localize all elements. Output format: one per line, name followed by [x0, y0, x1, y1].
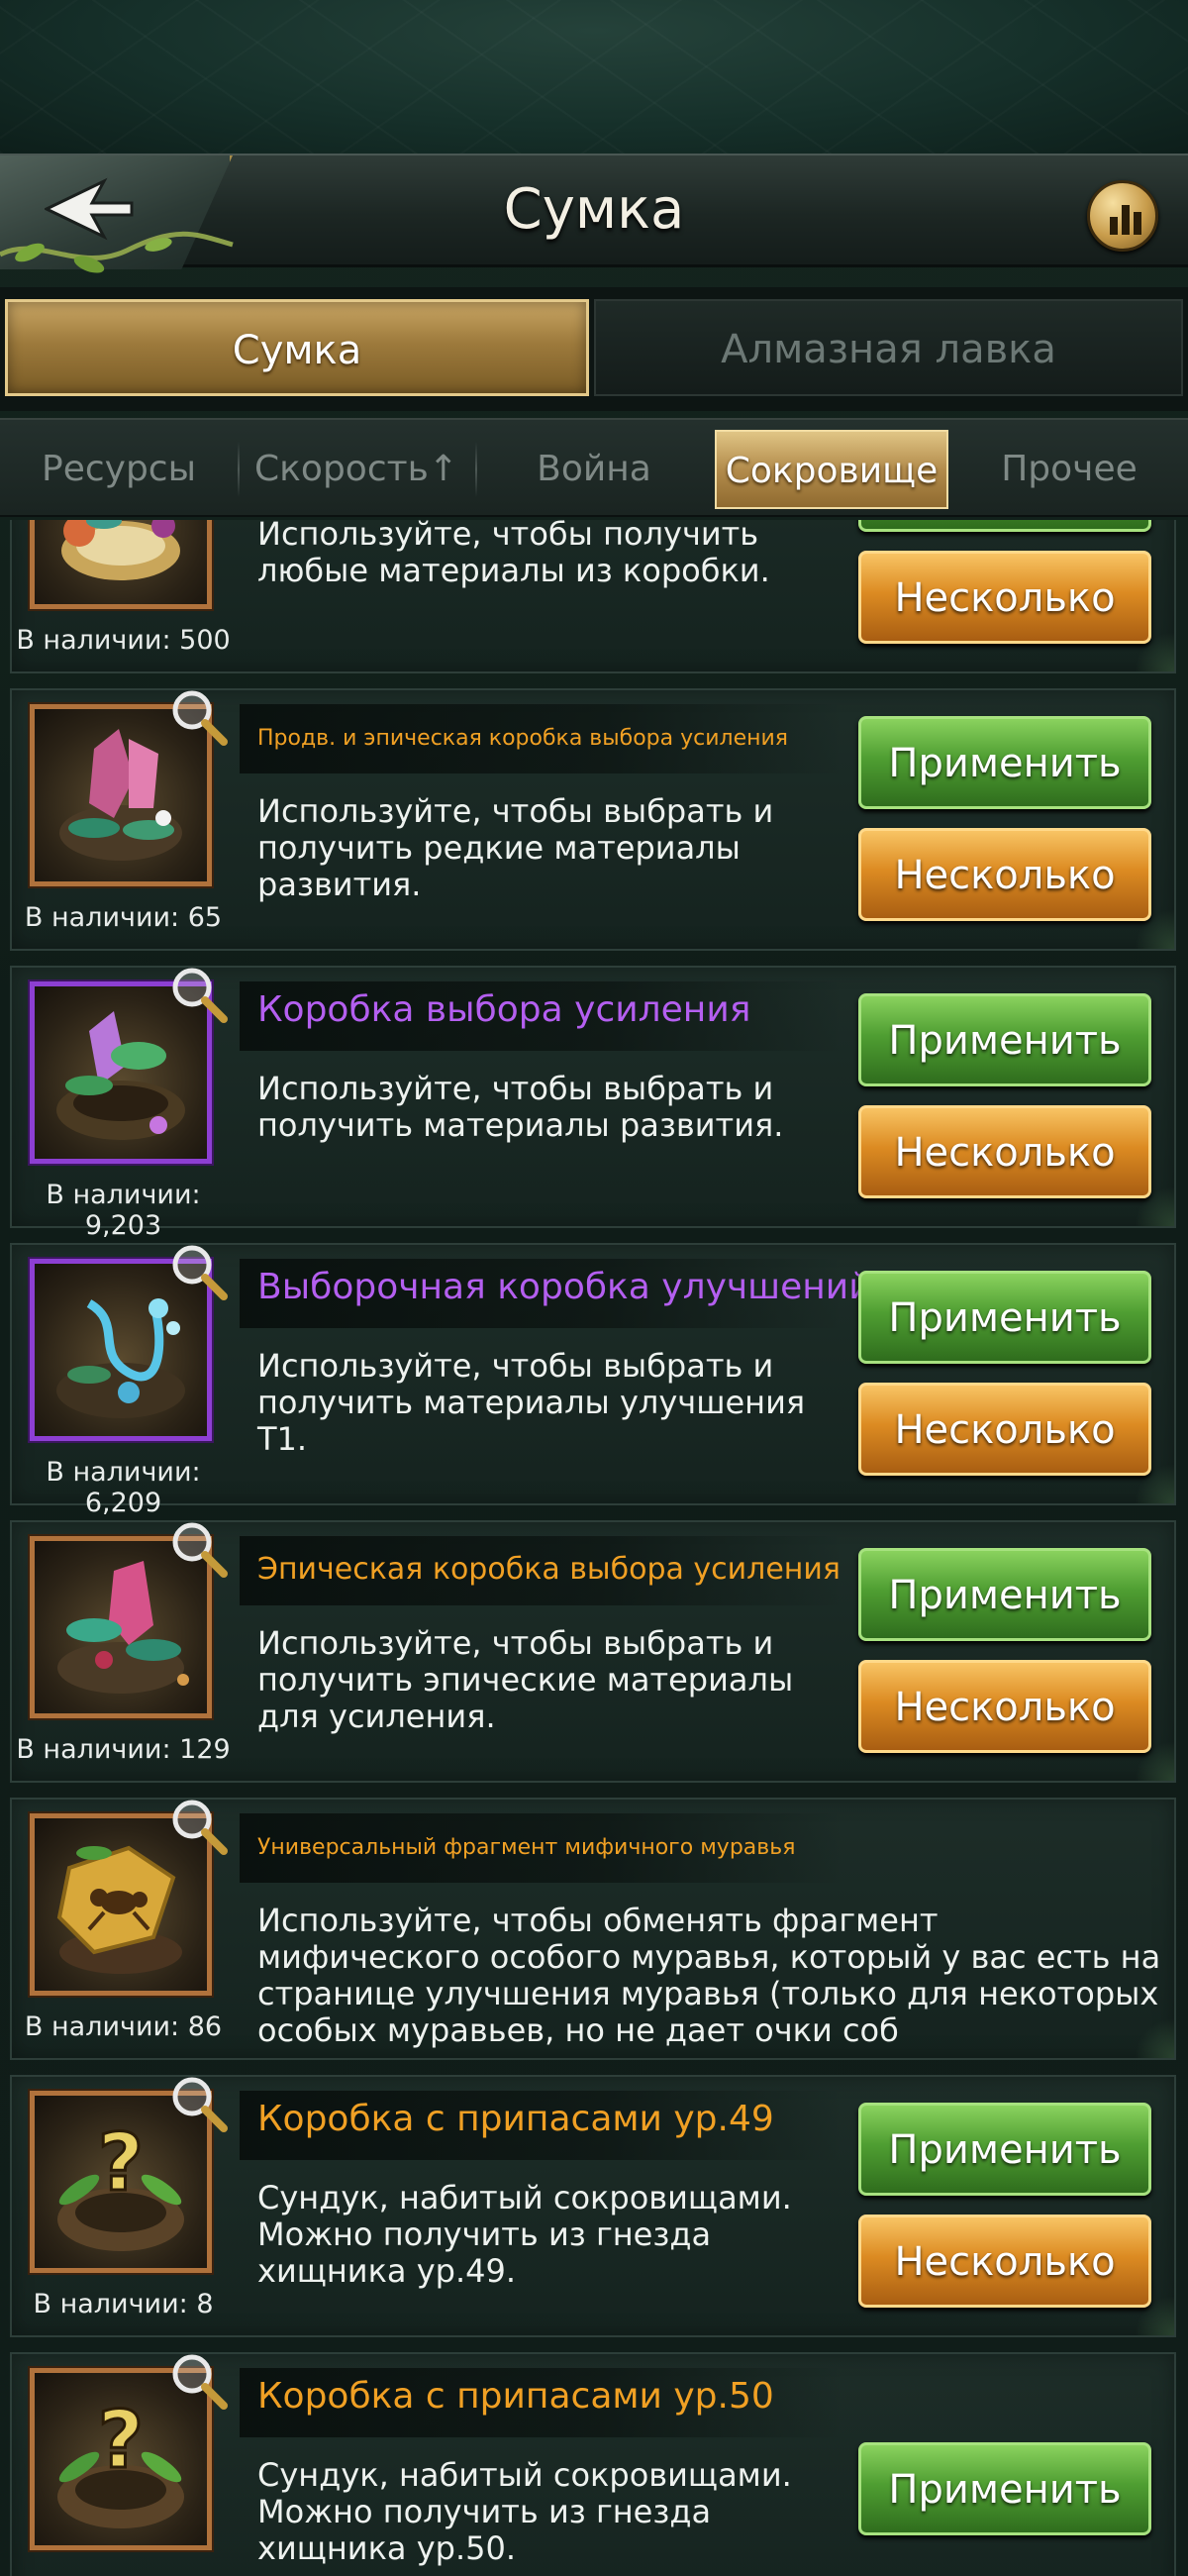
- list-item: В наличии: 9,203 Коробка выбора усиления…: [10, 964, 1176, 1241]
- apply-button[interactable]: Применить: [858, 520, 1151, 532]
- item-count: В наличии: 8: [33, 2289, 214, 2319]
- apply-button[interactable]: Применить: [858, 716, 1151, 809]
- item-name: Эпическая коробка выбора усиления: [257, 1552, 841, 1587]
- item-description: Используйте, чтобы выбрать и получить ре…: [257, 792, 774, 903]
- item-count: В наличии: 6,209: [46, 1457, 201, 1518]
- apply-button[interactable]: Применить: [858, 1271, 1151, 1364]
- magnifier-icon[interactable]: [168, 686, 230, 748]
- apply-button[interactable]: Применить: [858, 2103, 1151, 2196]
- svg-text:?: ?: [98, 2394, 144, 2486]
- item-description: Сундук, набитый сокровищами. Можно получ…: [257, 2179, 792, 2290]
- mushroom-egg-box-icon: [61, 520, 180, 580]
- list-item: В наличии: 65 Продв. и эпическая коробка…: [10, 688, 1176, 951]
- apply-button[interactable]: Применить: [858, 2442, 1151, 2535]
- magnifier-icon[interactable]: [168, 1518, 230, 1580]
- magnifier-icon[interactable]: [168, 2073, 230, 2134]
- item-description: Используйте, чтобы выбрать и получить эп…: [257, 1624, 794, 1735]
- use-multiple-button[interactable]: Несколько: [858, 551, 1151, 644]
- bag-screen: Сумка Сумка Алмазная лавка Ресурсы Скоро…: [0, 0, 1188, 2576]
- list-item: В наличии: 6,209 Выборочная коробка улуч…: [10, 1241, 1176, 1518]
- item-name: Продв. и эпическая коробка выбора усилен…: [257, 726, 789, 751]
- use-multiple-button[interactable]: Несколько: [858, 1105, 1151, 1198]
- tab-war[interactable]: Война: [475, 430, 713, 509]
- item-description: Используйте, чтобы выбрать и получить ма…: [257, 1347, 806, 1458]
- use-multiple-button[interactable]: Несколько: [858, 2215, 1151, 2308]
- list-item: ? В наличии: 8 Коробка с припасами ур.49…: [10, 2075, 1176, 2337]
- item-description: Сундук, набитый сокровищами. Можно получ…: [257, 2456, 792, 2567]
- item-name: Коробка выбора усиления: [257, 989, 751, 1030]
- top-decoration: [0, 0, 1188, 154]
- use-multiple-button[interactable]: Несколько: [858, 1383, 1151, 1476]
- tab-bag[interactable]: Сумка: [5, 299, 589, 396]
- item-list[interactable]: В наличии: 500 Используйте, чтобы получи…: [0, 520, 1188, 2576]
- tab-resources[interactable]: Ресурсы: [0, 430, 240, 509]
- tab-diamond-shop[interactable]: Алмазная лавка: [594, 299, 1183, 396]
- list-item: В наличии: 86 Универсальный фрагмент миф…: [10, 1798, 1176, 2060]
- item-count: В наличии: 86: [24, 2011, 223, 2042]
- item-description: Используйте, чтобы получить любые матери…: [257, 520, 770, 589]
- magnifier-icon[interactable]: [168, 964, 230, 1025]
- item-name: Коробка с припасами ур.49: [257, 2099, 774, 2139]
- item-count: В наличии: 500: [16, 625, 231, 656]
- list-item: ? Коробка с припасами ур.50 Сундук, наби…: [10, 2352, 1176, 2576]
- apply-button[interactable]: Применить: [858, 1548, 1151, 1641]
- tab-treasure[interactable]: Сокровище: [715, 430, 948, 509]
- item-name: Выборочная коробка улучшений: [257, 1267, 872, 1307]
- list-item: В наличии: 500 Используйте, чтобы получи…: [10, 520, 1176, 673]
- header-bar: Сумка: [0, 154, 1188, 273]
- item-name: Коробка с припасами ур.50: [257, 2376, 774, 2417]
- svg-text:?: ?: [98, 2116, 144, 2209]
- page-title: Сумка: [503, 177, 685, 242]
- item-name: Универсальный фрагмент мифичного муравья: [257, 1835, 796, 1860]
- item-count: В наличии: 9,203: [46, 1180, 201, 1241]
- tab-speedup[interactable]: Скорость↑: [238, 430, 477, 509]
- category-tabs: Ресурсы Скорость↑ Война Сокровище Прочее: [0, 418, 1188, 517]
- item-count: В наличии: 129: [16, 1734, 231, 1765]
- bar-chart-icon: [1110, 205, 1141, 235]
- tab-other[interactable]: Прочее: [950, 430, 1188, 509]
- item-thumbnail: [30, 520, 212, 609]
- use-multiple-button[interactable]: Несколько: [858, 828, 1151, 921]
- item-description: Используйте, чтобы обменять фрагмент миф…: [257, 1903, 1161, 2049]
- list-item: В наличии: 129 Эпическая коробка выбора …: [10, 1520, 1176, 1783]
- use-multiple-button[interactable]: Несколько: [858, 1660, 1151, 1753]
- item-count: В наличии: 65: [24, 902, 223, 933]
- main-tabs: Сумка Алмазная лавка: [0, 287, 1188, 411]
- item-description: Используйте, чтобы выбрать и получить ма…: [257, 1070, 784, 1144]
- stats-button[interactable]: [1087, 180, 1158, 252]
- magnifier-icon[interactable]: [168, 2350, 230, 2412]
- magnifier-icon[interactable]: [168, 1796, 230, 1857]
- apply-button[interactable]: Применить: [858, 993, 1151, 1086]
- magnifier-icon[interactable]: [168, 1241, 230, 1302]
